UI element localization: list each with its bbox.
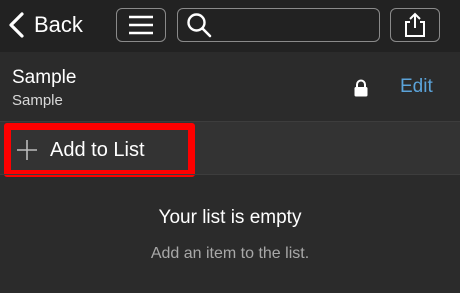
list-title: Sample bbox=[12, 67, 77, 88]
add-to-list-button[interactable]: Add to List bbox=[4, 123, 195, 177]
lock-icon bbox=[354, 79, 368, 97]
back-label: Back bbox=[34, 12, 83, 37]
menu-button[interactable] bbox=[116, 8, 166, 42]
hamburger-menu-icon bbox=[129, 15, 153, 35]
empty-state-message: Add an item to the list. bbox=[150, 245, 310, 262]
share-button[interactable] bbox=[390, 8, 440, 42]
list-subtitle: Sample bbox=[12, 92, 63, 109]
search-icon bbox=[187, 13, 212, 38]
share-icon bbox=[405, 12, 425, 37]
edit-button[interactable]: Edit bbox=[400, 76, 433, 98]
chevron-left-icon bbox=[9, 12, 24, 38]
list-header: Sample Sample Edit bbox=[0, 52, 460, 122]
divider bbox=[0, 174, 460, 175]
add-to-list-label: Add to List bbox=[50, 138, 145, 161]
search-input[interactable] bbox=[218, 16, 378, 34]
top-toolbar: Back bbox=[0, 0, 460, 52]
search-field[interactable] bbox=[177, 8, 380, 42]
empty-state-title: Your list is empty bbox=[158, 207, 302, 228]
back-button[interactable]: Back bbox=[6, 8, 83, 42]
plus-icon bbox=[17, 140, 37, 160]
add-to-list-row: Add to List bbox=[0, 122, 460, 177]
